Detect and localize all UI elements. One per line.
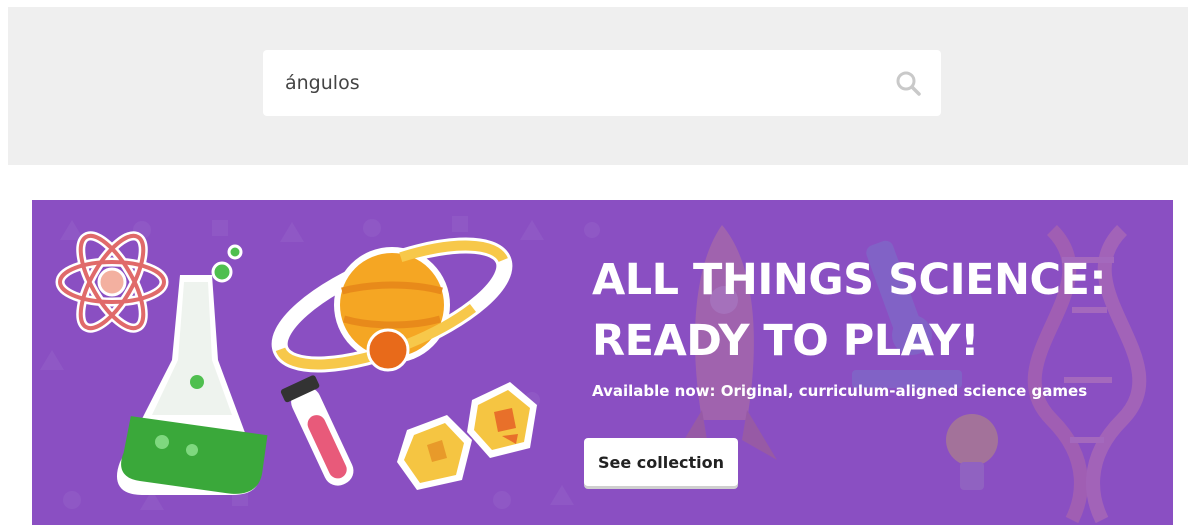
search-box[interactable] [263, 50, 941, 116]
search-input[interactable] [283, 62, 895, 104]
banner-subtitle: Available now: Original, curriculum-alig… [592, 382, 1088, 400]
science-banner[interactable]: ALL THINGS SCIENCE: READY TO PLAY! Avail… [32, 200, 1173, 525]
crystal-icon [397, 382, 537, 490]
search-band [8, 7, 1188, 165]
banner-illustrations [55, 231, 537, 495]
atom-icon [55, 231, 169, 333]
banner-title: ALL THINGS SCIENCE: READY TO PLAY! [592, 250, 1107, 372]
banner-title-line1: ALL THINGS SCIENCE: [592, 255, 1107, 305]
banner-title-line2: READY TO PLAY! [592, 316, 980, 366]
planet-icon [271, 237, 513, 373]
see-collection-button[interactable]: See collection [584, 438, 738, 486]
lightbulb-icon [946, 414, 998, 490]
test-tube-icon [280, 375, 354, 486]
search-icon[interactable] [895, 70, 921, 96]
